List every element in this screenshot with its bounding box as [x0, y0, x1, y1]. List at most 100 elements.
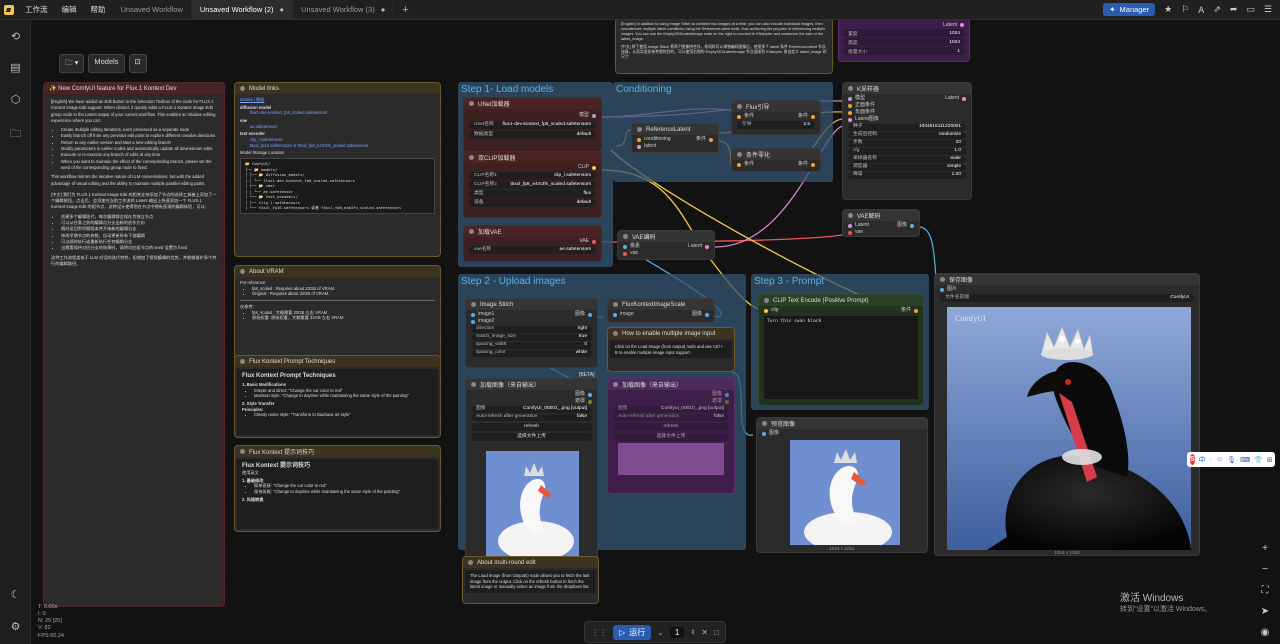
widget-clip-name-2[interactable]: CLIP名称2 t5xxl_fp8_e4m3fn_scaled.safetenso… [469, 181, 596, 189]
node-load-image-output-2[interactable]: 加载图像（来自输出） 图像 遮罩 图像 Comfyui_00010_.png [o… [607, 378, 735, 494]
input-vae[interactable]: vae [848, 229, 869, 236]
widget-clip-type[interactable]: 类型 flux [469, 190, 596, 198]
widget-auto-refresh[interactable]: Auto-refresh after generation false [471, 414, 592, 421]
slot-dot-icon[interactable] [623, 251, 627, 256]
bookmark-icon[interactable]: ⚐ [1181, 4, 1189, 15]
slot-dot-icon[interactable] [848, 223, 852, 228]
input-image-white-swan[interactable] [486, 451, 579, 557]
slot-dot-icon[interactable] [960, 22, 964, 27]
menu-icon[interactable]: ☰ [1264, 4, 1272, 15]
node-title[interactable]: About VRAM [235, 266, 440, 277]
node-library-icon[interactable]: ⬡ [8, 93, 23, 108]
note-reference-latent[interactable]: [English] In addition to using Image Sti… [615, 20, 833, 74]
panel-toggle-icon[interactable]: ▭ [1246, 4, 1255, 15]
collapse-dot-icon[interactable] [471, 302, 476, 307]
node-vae-decode[interactable]: VAE解码 Latent vae 图像 [842, 209, 920, 237]
note-prompt-techniques-zh[interactable]: Flux Kontext 提示词技巧 Flux Kontext 提示词技巧 使用… [234, 445, 441, 532]
input-image[interactable]: image [613, 311, 634, 318]
zoom-in-icon[interactable]: + [1258, 543, 1272, 557]
slot-dot-icon[interactable] [637, 144, 641, 149]
ime-apps-icon[interactable]: ⊞ [1267, 456, 1273, 464]
node-title[interactable]: 加载图像（来自输出） [466, 379, 597, 390]
manager-button[interactable]: ✦ Manager [1103, 3, 1156, 16]
slot-dot-icon[interactable] [940, 287, 944, 292]
ime-voice-icon[interactable]: 🎙 [1227, 456, 1236, 464]
node-title[interactable]: VAE解码 [843, 210, 919, 221]
node-title[interactable]: 双CLIP加载器 [464, 152, 601, 163]
widget-clip-name-1[interactable]: CLIP名称1 clip_l.safetensors [469, 172, 596, 180]
history-icon[interactable]: ⟲ [8, 30, 23, 45]
widget-height[interactable]: 高度 1024 [843, 38, 965, 46]
export-icon[interactable]: ⊡ [128, 54, 147, 73]
input-conditioning[interactable]: 条件 [737, 161, 754, 168]
widget-scheduler[interactable]: 调度器 simple [848, 164, 966, 171]
slot-dot-icon[interactable] [705, 244, 709, 249]
output-conditioning[interactable]: 条件 [798, 113, 815, 120]
input-negative[interactable]: 负面条件 [848, 109, 879, 116]
preview-image-white-swan[interactable] [790, 440, 900, 545]
collapse-dot-icon[interactable] [940, 277, 945, 282]
slot-dot-icon[interactable] [588, 312, 592, 317]
widget-image-select[interactable]: 图像 Comfyui_00010_.png [output] [613, 406, 729, 413]
input-model[interactable]: 模型 [848, 95, 879, 102]
zoom-out-icon[interactable]: − [1258, 564, 1272, 578]
output-clip[interactable]: CLIP [469, 164, 596, 171]
slot-dot-icon[interactable] [725, 392, 729, 397]
input-clip[interactable]: clip [764, 307, 779, 314]
node-title[interactable]: CLIP Text Encode (Positive Prompt) [759, 295, 923, 306]
output-conditioning[interactable]: 条件 [798, 161, 815, 168]
collapse-dot-icon[interactable] [240, 269, 245, 274]
input-pixels[interactable]: 像素 [623, 243, 640, 250]
input-samples[interactable]: Latent [848, 222, 869, 229]
slot-dot-icon[interactable] [737, 114, 741, 119]
node-flux-guidance[interactable]: Flux引导 条件 条件 引导 2.5 [731, 100, 821, 135]
node-title[interactable]: How to enable multiple image input [608, 328, 734, 339]
node-title[interactable]: About multi-round edit [463, 557, 598, 568]
node-conditioning-zero-out[interactable]: 条件零化 条件 条件 [731, 148, 821, 172]
input-image2[interactable]: image2 [471, 318, 494, 325]
widget-sampler-name[interactable]: 采样器名称 euler [848, 156, 966, 163]
ime-punct-icon[interactable]: · [1210, 456, 1212, 463]
ime-keyboard-icon[interactable]: ⌨ [1240, 456, 1250, 464]
node-unet-loader[interactable]: UNet加载器 模型 Unet名称 flux1-dev-kontext_fp8_s… [463, 97, 602, 152]
node-title[interactable]: 条件零化 [732, 149, 820, 160]
widget-spacing-width[interactable]: spacing_width 0 [471, 342, 592, 349]
slot-dot-icon[interactable] [471, 319, 475, 324]
widget-match-image-size[interactable]: match_image_size true [471, 334, 592, 341]
output-latent[interactable]: Latent [839, 21, 969, 28]
output-mask[interactable]: 遮罩 [471, 398, 592, 405]
widget-unet-name[interactable]: Unet名称 flux1-dev-kontext_fp8_scaled.safet… [469, 121, 596, 129]
menu-edit[interactable]: 编辑 [55, 4, 84, 15]
theme-moon-icon[interactable]: ☾ [8, 588, 23, 603]
slot-dot-icon[interactable] [914, 308, 918, 313]
slot-dot-icon[interactable] [811, 114, 815, 119]
settings-gear-icon[interactable]: ⚙ [8, 620, 23, 635]
node-save-image[interactable]: 保存图像 图片 文件名前缀 ComfyUI ComfyUI 1024 × 102… [934, 273, 1200, 556]
collapse-dot-icon[interactable] [613, 331, 618, 336]
output-image[interactable]: 图像 [613, 391, 729, 398]
folder-button[interactable]: 🗀 ▾ [59, 54, 85, 73]
stop-icon[interactable]: □ [714, 628, 719, 637]
slot-dot-icon[interactable] [962, 96, 966, 101]
slot-dot-icon[interactable] [592, 239, 596, 244]
star-icon[interactable]: ★ [1164, 4, 1172, 15]
widget-control-after-generate[interactable]: 生成后控制 randomize [848, 132, 966, 139]
node-title[interactable]: Flux Kontext Prompt Techniques [235, 356, 440, 367]
tutorial-link[interactable]: tutorial | 教程 [240, 97, 435, 103]
menu-help[interactable]: 帮助 [84, 4, 113, 15]
slot-dot-icon[interactable] [848, 117, 852, 122]
slot-dot-icon[interactable] [623, 244, 627, 249]
collapse-dot-icon[interactable] [737, 104, 742, 109]
slot-dot-icon[interactable] [848, 230, 852, 235]
slot-dot-icon[interactable] [737, 162, 741, 167]
slot-dot-icon[interactable] [725, 399, 729, 404]
node-dual-clip-loader[interactable]: 双CLIP加载器 CLIP CLIP名称1 clip_l.safetensors … [463, 151, 602, 218]
slot-dot-icon[interactable] [811, 162, 815, 167]
output-image[interactable]: 图像 [575, 311, 592, 318]
input-positive[interactable]: 正面条件 [848, 102, 879, 109]
slot-dot-icon[interactable] [592, 165, 596, 170]
ime-skin-icon[interactable]: 👕 [1254, 456, 1263, 464]
node-title[interactable]: K采样器 [843, 83, 971, 94]
node-empty-latent[interactable]: Latent 宽度 1024 高度 1024 批量大小 1 [838, 20, 970, 62]
input-latent[interactable]: latent [637, 143, 671, 150]
